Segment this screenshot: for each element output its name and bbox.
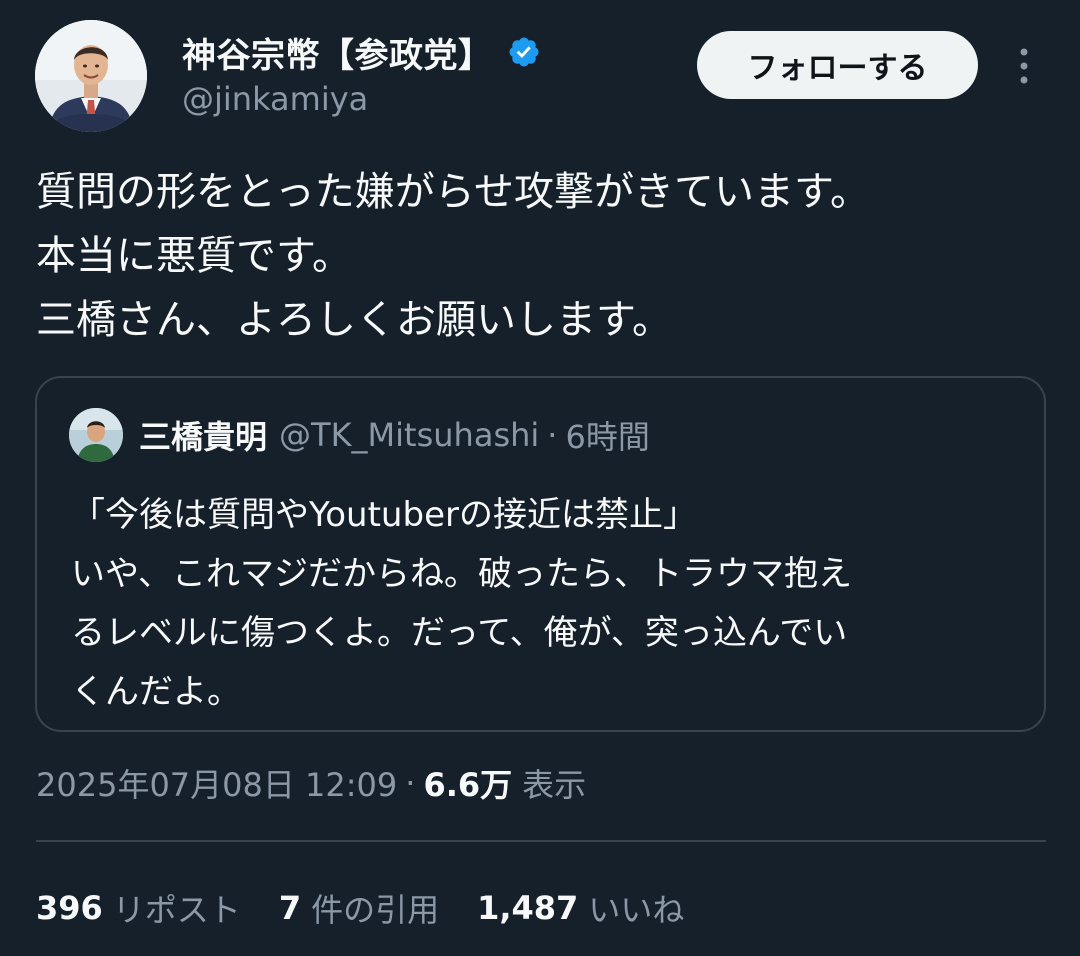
verified-badge-icon [508, 37, 539, 67]
quoted-tweet-card[interactable]: 三橋貴明 @TK_Mitsuhashi · 6時間 「今後は質問やYoutube… [35, 376, 1046, 732]
likes-count: 1,487 [477, 889, 579, 927]
quoted-author-name[interactable]: 三橋貴明 [139, 412, 267, 458]
tweet-text: 質問の形をとった嫌がらせ攻撃がきています。 本当に悪質です。 三橋さん、よろしく… [36, 160, 1046, 352]
quoted-text-line: るレベルに傷つくよ。だって、俺が、突っ込んでい [71, 613, 848, 653]
reposts-label: リポスト [112, 891, 241, 929]
author-avatar[interactable] [35, 20, 147, 132]
person-photo-icon [35, 20, 147, 132]
quoted-tweet-time[interactable]: 6時間 [565, 412, 649, 458]
separator-dot: · [547, 416, 558, 454]
likes-stat[interactable]: 1,487 いいね [477, 885, 684, 931]
quotes-count: 7 [278, 889, 302, 927]
divider [36, 840, 1046, 842]
quoted-author-handle[interactable]: @TK_Mitsuhashi [279, 416, 539, 454]
views-label: 表示 [522, 766, 587, 804]
quoted-author-avatar[interactable] [69, 408, 123, 462]
author-name-row: 神谷宗幣【参政党】 [182, 28, 541, 76]
tweet-text-line: 質問の形をとった嫌がらせ攻撃がきています。 [36, 169, 870, 215]
reposts-stat[interactable]: 396 リポスト [36, 885, 241, 931]
likes-label: いいね [588, 891, 685, 929]
quoted-text-line: くんだよ。 [71, 672, 241, 712]
quotes-label: 件の引用 [311, 891, 440, 929]
views-count: 6.6万 [423, 766, 513, 804]
tweet-detail: 神谷宗幣【参政党】 @jinkamiya フォローする 質問の形をとった嫌がらせ… [0, 0, 1080, 956]
follow-button[interactable]: フォローする [697, 31, 978, 99]
tweet-timestamp[interactable]: 2025年07月08日 12:09 [36, 760, 397, 806]
tweet-text-line: 本当に悪質です。 [36, 233, 352, 279]
quoted-text-line: いや、これマジだからね。破ったら、トラウマ抱え [71, 554, 852, 594]
tweet-text-line: 三橋さん、よろしくお願いします。 [36, 297, 672, 343]
separator-dot: · [405, 764, 416, 802]
quotes-stat[interactable]: 7 件の引用 [279, 885, 439, 931]
engagement-stats: 396 リポスト 7 件の引用 1,487 いいね [36, 880, 722, 936]
quoted-tweet-header: 三橋貴明 @TK_Mitsuhashi · 6時間 [69, 408, 650, 462]
more-vertical-icon[interactable] [1010, 44, 1038, 88]
person-photo-icon [69, 408, 123, 462]
quoted-tweet-text: 「今後は質問やYoutuberの接近は禁止」 いや、これマジだからね。破ったら、… [71, 486, 1021, 722]
quoted-text-line: 「今後は質問やYoutuberの接近は禁止」 [71, 495, 697, 535]
author-display-name[interactable]: 神谷宗幣【参政党】 [182, 28, 493, 77]
author-handle[interactable]: @jinkamiya [182, 80, 368, 118]
reposts-count: 396 [36, 889, 103, 927]
tweet-meta: 2025年07月08日 12:09 · 6.6万 表示 [36, 755, 586, 811]
